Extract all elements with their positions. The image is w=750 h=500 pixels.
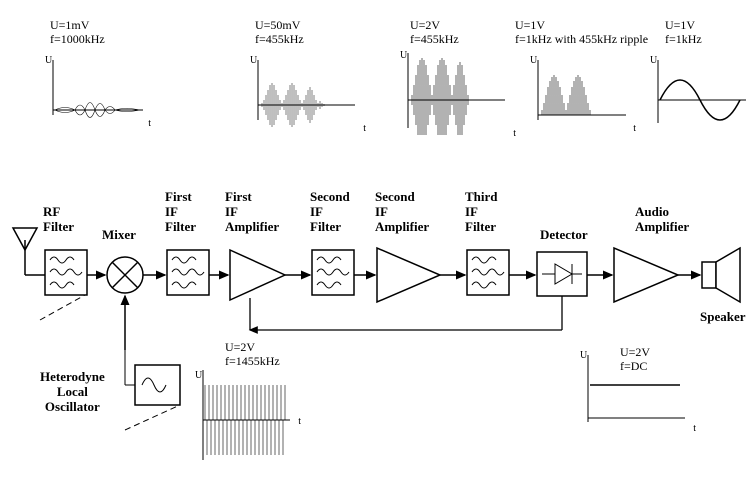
note-lo: U=2V f=1455kHz [225, 340, 280, 369]
audio-amp-block [614, 248, 678, 302]
first-if-amp-block [230, 250, 285, 300]
lo-f: f=1455kHz [225, 354, 280, 368]
second-if-amp-block [377, 248, 440, 302]
antenna-icon [13, 228, 37, 275]
lo-u: U=2V [225, 340, 255, 354]
plot-agc: Ut [580, 350, 690, 430]
speaker-icon [702, 248, 740, 302]
plot-lo: Ut [195, 370, 295, 465]
lo-block [135, 365, 180, 405]
superhet-receiver-diagram: U=1mV f=1000kHz U=50mV f=455kHz U=2V f=4… [10, 10, 750, 490]
